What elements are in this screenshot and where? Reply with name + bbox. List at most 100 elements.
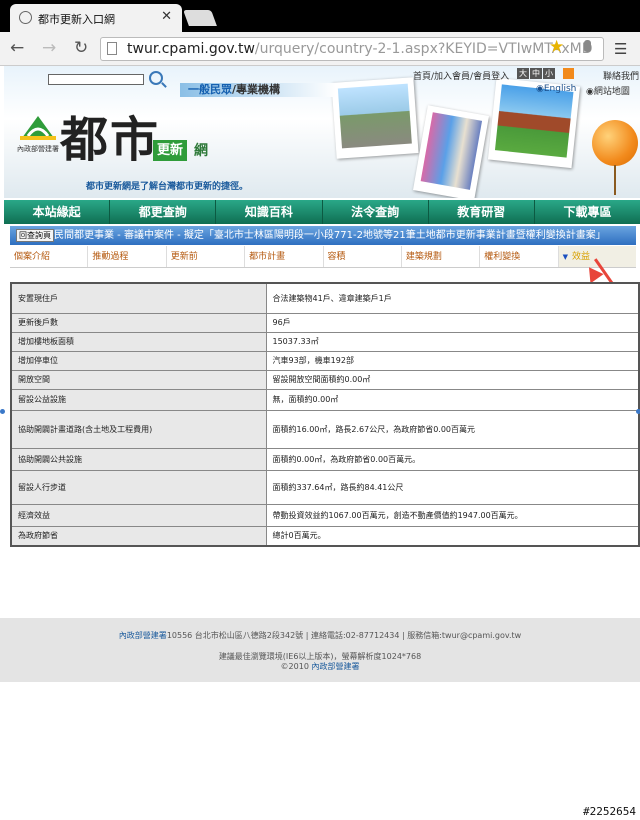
sitemap-link[interactable]: ◉網站地圖 [586, 84, 630, 97]
image-watermark: #2252654 [583, 805, 636, 818]
row-label: 協助開闢計畫道路(含土地及工程費用) [10, 409, 267, 449]
url-text: twur.cpami.gov.tw/urquery/country-2-1.as… [127, 41, 593, 57]
tab-case-intro[interactable]: 個案介紹 [10, 246, 89, 267]
new-tab-button[interactable] [183, 10, 217, 26]
table-row: 協助開闢計畫道路(含土地及工程費用) 面積約16.00㎡，路長2.67公尺，為政府… [10, 409, 640, 449]
english-link[interactable]: ◉English [536, 84, 576, 94]
scroll-marker-right [636, 409, 640, 414]
row-value: 留設開放空間面積約0.00㎡ [265, 369, 640, 390]
row-label: 增加樓地板面積 [10, 331, 267, 352]
font-size-large-button[interactable]: 大 [517, 68, 529, 79]
nav-downloads[interactable]: 下載專區 [535, 200, 640, 224]
site-footer: 內政部營建署10556 台北市松山區八德路2段342號 | 連絡電話:02-87… [0, 618, 640, 682]
microphone-icon[interactable] [584, 40, 591, 52]
bookmark-star-icon[interactable]: ★ [549, 37, 564, 57]
row-value: 汽車93部，機車192部 [265, 350, 640, 371]
footer-agency-link[interactable]: 內政部營建署 [119, 631, 167, 640]
contact-link[interactable]: 聯絡我們 [603, 69, 639, 82]
scroll-marker-left [0, 409, 5, 414]
address-bar[interactable]: twur.cpami.gov.tw/urquery/country-2-1.as… [100, 37, 604, 61]
tab-process[interactable]: 推動過程 [88, 246, 167, 267]
table-row: 留設公益設施 無，面積約0.00㎡ [10, 388, 640, 411]
table-row: 留設人行步道 面積約337.64㎡，路長約84.41公尺 [10, 469, 640, 505]
forward-arrow-icon[interactable]: → [42, 38, 56, 58]
browser-tab-strip: 都市更新入口網 ✕ [0, 0, 640, 32]
row-value: 帶動投資效益約1067.00百萬元，創造不動產價值約1947.00百萬元。 [265, 503, 640, 527]
font-size-small-button[interactable]: 小 [543, 68, 555, 79]
row-label: 經濟效益 [10, 503, 267, 527]
case-title-bar: 回查詢頁 民間都更事業 - 審議中案件 - 擬定「臺北市士林區陽明段一小段771… [10, 226, 636, 245]
footer-contact: 內政部營建署10556 台北市松山區八德路2段342號 | 連絡電話:02-87… [0, 630, 640, 641]
row-value: 無，面積約0.00㎡ [265, 388, 640, 411]
main-nav: 本站緣起 都更查詢 知識百科 法令查詢 教育研習 下載專區 [4, 200, 640, 224]
logo-renew: 更新 [153, 140, 187, 161]
site-search-input[interactable] [48, 74, 144, 85]
case-title: 民間都更事業 - 審議中案件 - 擬定「臺北市士林區陽明段一小段771-2地號等… [54, 230, 606, 241]
ministry-logo-icon [20, 116, 56, 140]
row-label: 開放空間 [10, 369, 267, 390]
logo-title: 都市 [60, 112, 161, 168]
back-arrow-icon[interactable]: ← [10, 38, 24, 58]
banner-photo-cyclist [331, 77, 419, 159]
tab-benefits-label: 效益 [572, 252, 591, 262]
page-icon [107, 42, 117, 55]
browser-tab[interactable]: 都市更新入口網 ✕ [10, 4, 182, 32]
tab-architecture[interactable]: 建築規劃 [401, 246, 481, 267]
globe-icon [19, 11, 32, 24]
benefits-table: 安置現住戶 合法建築物41戶、違章建築戶1戶 更新後戶數 96戶 增加樓地板面積 15… [10, 282, 640, 547]
row-value: 96戶 [265, 312, 640, 333]
menu-icon[interactable]: ☰ [614, 40, 627, 58]
nav-knowledge[interactable]: 知識百科 [216, 200, 323, 224]
footer-copyright-link[interactable]: 內政部營建署 [311, 662, 359, 671]
row-value: 總計0百萬元。 [265, 525, 640, 547]
case-subtabs: 個案介紹 推動過程 更新前 都市計畫 容積 建築規劃 權利變換 ▼ 效益 [10, 246, 636, 268]
font-size-switcher: 大 中 小 [517, 68, 555, 79]
balloon-string [614, 165, 616, 195]
reload-icon[interactable]: ↻ [74, 38, 88, 58]
nav-education[interactable]: 教育研習 [429, 200, 535, 224]
table-row: 經濟效益 帶動投資效益約1067.00百萬元，創造不動產價值約1947.00百萬元… [10, 503, 640, 527]
row-label: 協助開闢公共設施 [10, 447, 267, 471]
tab-before[interactable]: 更新前 [166, 246, 246, 267]
close-icon[interactable]: ✕ [161, 9, 172, 24]
tab-rights-transformation[interactable]: 權利變換 [480, 246, 559, 267]
browser-toolbar: ← → ↻ twur.cpami.gov.tw/urquery/country-… [0, 32, 640, 66]
table-row: 安置現住戶 合法建築物41戶、違章建築戶1戶 [10, 282, 640, 314]
audience-public-link[interactable]: 一般民眾 [188, 83, 232, 96]
table-row: 增加停車位 汽車93部，機車192部 [10, 350, 640, 371]
row-value: 面積約337.64㎡，路長約84.41公尺 [265, 469, 640, 505]
row-value: 面積約0.00㎡，為政府節省0.00百萬元。 [265, 447, 640, 471]
triangle-down-icon: ▼ [562, 253, 569, 261]
banner-photo-street [413, 105, 489, 198]
table-row: 開放空間 留設開放空間面積約0.00㎡ [10, 369, 640, 390]
table-row: 更新後戶數 96戶 [10, 312, 640, 333]
footer-copyright: ©2010 內政部營建署 [280, 662, 360, 671]
rss-icon[interactable] [563, 68, 574, 79]
nav-search[interactable]: 都更查詢 [110, 200, 217, 224]
row-label: 安置現住戶 [10, 282, 267, 314]
table-row: 增加樓地板面積 15037.33㎡ [10, 331, 640, 352]
font-size-medium-button[interactable]: 中 [530, 68, 542, 79]
row-label: 為政府節省 [10, 525, 267, 547]
site-slogan: 都市更新網是了解台灣都市更新的捷徑。 [86, 182, 249, 192]
logo-ministry-label: 內政部營建署 [17, 145, 59, 153]
logo-net: 網 [194, 143, 208, 159]
tab-title: 都市更新入口網 [38, 13, 115, 26]
back-to-search-button[interactable]: 回查詢頁 [16, 229, 54, 242]
row-label: 增加停車位 [10, 350, 267, 371]
row-label: 留設公益設施 [10, 388, 267, 411]
top-links[interactable]: 首頁/加入會員/會員登入 [413, 69, 509, 82]
audience-switch[interactable]: 一般民眾/專業機構 [180, 83, 336, 97]
tab-floor-area[interactable]: 容積 [323, 246, 402, 267]
nav-about[interactable]: 本站緣起 [4, 200, 111, 224]
tab-urban-plan[interactable]: 都市計畫 [245, 246, 324, 267]
row-label: 更新後戶數 [10, 312, 267, 333]
search-icon[interactable] [149, 71, 163, 85]
audience-pro-link[interactable]: 專業機構 [236, 83, 280, 96]
row-value: 面積約16.00㎡，路長2.67公尺，為政府節省0.00百萬元 [265, 409, 640, 449]
nav-laws[interactable]: 法令查詢 [323, 200, 429, 224]
row-label: 留設人行步道 [10, 469, 267, 505]
row-value: 15037.33㎡ [265, 331, 640, 352]
table-row: 為政府節省 總計0百萬元。 [10, 525, 640, 547]
footer-address: 10556 台北市松山區八德路2段342號 | 連絡電話:02-87712434… [166, 631, 522, 640]
